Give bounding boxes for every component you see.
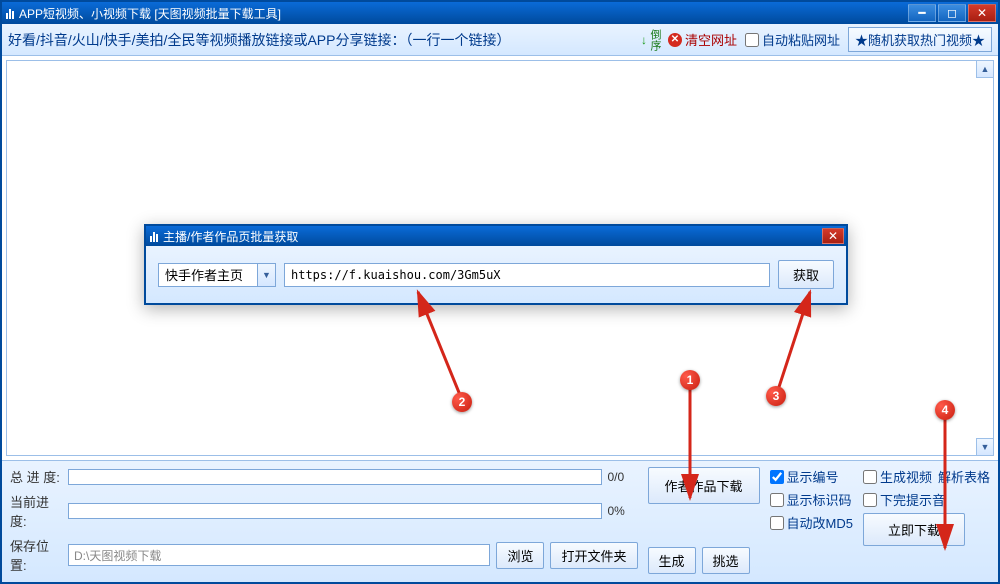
source-combo[interactable]: 快手作者主页 ▼ <box>158 263 276 287</box>
total-progress-count: 0/0 <box>608 470 638 484</box>
chevron-down-icon[interactable]: ▼ <box>258 263 276 287</box>
open-folder-button[interactable]: 打开文件夹 <box>550 542 637 569</box>
top-toolbar: 好看/抖音/火山/快手/美拍/全民等视频播放链接或APP分享链接：（一行一个链接… <box>2 24 998 56</box>
minimize-button[interactable]: ━ <box>908 4 936 22</box>
pick-button[interactable]: 挑选 <box>702 547 750 574</box>
current-progress-bar <box>68 503 602 519</box>
app-icon <box>6 7 14 19</box>
parse-table-link[interactable]: 解析表格 <box>938 467 990 486</box>
scroll-up-icon[interactable]: ▲ <box>976 61 993 78</box>
titlebar: APP短视频、小视频下载 [天图视频批量下载工具] ━ ◻ ✕ <box>2 2 998 24</box>
current-progress-pct: 0% <box>608 504 638 518</box>
author-url-input[interactable] <box>284 263 770 287</box>
close-button[interactable]: ✕ <box>968 4 996 22</box>
auto-paste-checkbox[interactable]: 自动粘贴网址 <box>745 30 840 49</box>
show-id-checkbox[interactable]: 显示编号 <box>770 467 853 486</box>
url-hint: 好看/抖音/火山/快手/美拍/全民等视频播放链接或APP分享链接：（一行一个链接… <box>8 30 510 50</box>
clear-icon: ✕ <box>668 33 682 47</box>
auto-md5-checkbox[interactable]: 自动改MD5 <box>770 513 853 532</box>
browse-button[interactable]: 浏览 <box>496 542 544 569</box>
clear-urls-button[interactable]: ✕ 清空网址 <box>668 30 737 49</box>
show-marker-checkbox[interactable]: 显示标识码 <box>770 490 853 509</box>
author-works-button[interactable]: 作者作品下载 <box>648 467 760 504</box>
dialog-close-button[interactable]: ✕ <box>822 228 844 244</box>
arrow-down-icon: ↓ <box>641 33 647 47</box>
maximize-button[interactable]: ◻ <box>938 4 966 22</box>
author-fetch-dialog: 主播/作者作品页批量获取 ✕ 快手作者主页 ▼ 获取 <box>144 224 848 305</box>
dialog-titlebar: 主播/作者作品页批量获取 ✕ <box>146 226 846 246</box>
download-now-button[interactable]: 立即下载 <box>863 513 965 546</box>
dialog-title: 主播/作者作品页批量获取 <box>163 228 298 245</box>
save-path-input[interactable] <box>68 544 490 566</box>
dialog-icon <box>150 230 158 242</box>
annotation-marker-4: 4 <box>935 400 955 420</box>
save-path-label: 保存位置: <box>10 536 62 574</box>
random-hot-button[interactable]: ★随机获取热门视频★ <box>848 27 992 52</box>
fetch-button[interactable]: 获取 <box>778 260 834 289</box>
bottom-panel: 总 进 度: 0/0 当前进度: 0% 保存位置: 浏览 打开文件夹 作者作品下… <box>2 460 998 582</box>
total-progress-bar <box>68 469 602 485</box>
window-title: APP短视频、小视频下载 [天图视频批量下载工具] <box>19 5 281 22</box>
source-combo-value: 快手作者主页 <box>158 263 258 287</box>
finish-sound-checkbox[interactable]: 下完提示音 <box>863 490 945 509</box>
generate-button[interactable]: 生成 <box>648 547 696 574</box>
annotation-marker-3: 3 <box>766 386 786 406</box>
scroll-down-icon[interactable]: ▼ <box>976 438 993 455</box>
annotation-marker-2: 2 <box>452 392 472 412</box>
annotation-marker-1: 1 <box>680 370 700 390</box>
reverse-button[interactable]: ↓ 倒序 <box>641 29 660 51</box>
total-progress-label: 总 进 度: <box>10 467 62 486</box>
gen-video-checkbox[interactable]: 生成视频 <box>863 467 932 486</box>
current-progress-label: 当前进度: <box>10 492 62 530</box>
